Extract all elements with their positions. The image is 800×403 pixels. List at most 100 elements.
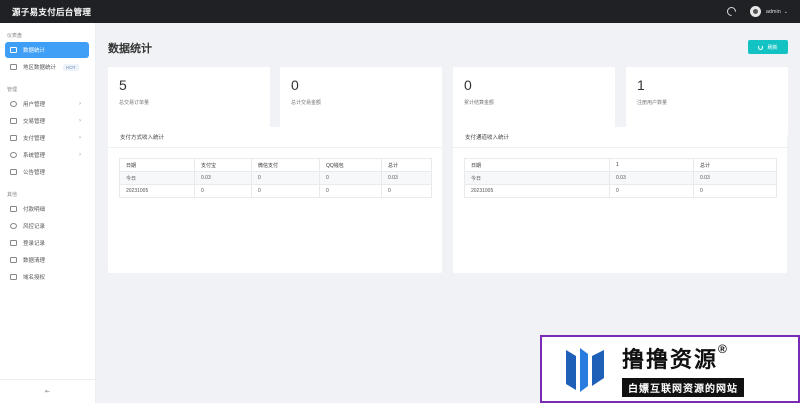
sidebar-item-announcements[interactable]: 公告管理 xyxy=(5,164,89,180)
watermark-title: 撸撸资源 xyxy=(622,346,719,372)
sidebar-item-label: 系统管理 xyxy=(23,153,46,159)
chevron-right-icon: › xyxy=(79,152,81,158)
megaphone-icon xyxy=(10,169,17,175)
document-icon xyxy=(10,118,17,124)
stat-value: 5 xyxy=(119,77,127,93)
column-header: 总计 xyxy=(693,158,777,172)
table-header-row: 日期 1 总计 xyxy=(464,158,777,172)
sidebar-section-title: 其他 xyxy=(7,192,18,198)
table-cell: 0 xyxy=(319,184,382,198)
stat-value: 0 xyxy=(291,77,299,93)
table-cell: 0.03 xyxy=(381,171,432,185)
stat-card-amount: 0 总计交易金额 xyxy=(280,67,442,136)
sidebar-item-payouts[interactable]: 付款明细 xyxy=(5,201,89,217)
channel-income-table: 日期 1 总计 今日 0.03 0.03 20231005 0 0 xyxy=(464,158,777,198)
bar-chart-icon xyxy=(10,47,17,53)
table-cell: 0 xyxy=(319,171,382,185)
refresh-icon xyxy=(758,44,764,50)
table-cell: 0.03 xyxy=(693,171,777,185)
sidebar-item-payments[interactable]: 支付管理 › xyxy=(5,130,89,146)
table-row: 今日 0.03 0.03 xyxy=(464,171,777,185)
avatar[interactable] xyxy=(749,6,761,17)
stat-label: 累计结算金额 xyxy=(464,100,495,106)
chevron-right-icon: › xyxy=(79,118,81,124)
panel-payment-method-income: 支付方式收入统计 日期 支付宝 微信支付 QQ钱包 总计 今日 0.03 0 0… xyxy=(108,127,442,273)
database-icon xyxy=(10,257,17,263)
stat-value: 1 xyxy=(637,77,645,93)
stat-label: 注册用户数量 xyxy=(637,100,668,106)
table-cell: 0 xyxy=(251,171,320,185)
sidebar-item-data-cleanup[interactable]: 数据清理 xyxy=(5,252,89,268)
collapse-icon[interactable]: ⇤ xyxy=(0,379,95,403)
column-header: QQ钱包 xyxy=(319,158,382,172)
sidebar-item-label: 支付管理 xyxy=(23,136,46,142)
column-header: 日期 xyxy=(464,158,610,172)
wallet-icon xyxy=(10,135,17,141)
table-cell: 0 xyxy=(251,184,320,198)
table-cell: 0 xyxy=(693,184,777,198)
table-cell: 0 xyxy=(194,184,252,198)
stat-card-orders: 5 总交易订单量 xyxy=(108,67,270,136)
table-cell: 0 xyxy=(609,184,694,198)
chevron-down-icon[interactable]: ⌄ xyxy=(784,9,788,15)
sidebar-item-label: 登录记录 xyxy=(23,241,46,247)
table-cell: 0.03 xyxy=(194,171,252,185)
income-table: 日期 支付宝 微信支付 QQ钱包 总计 今日 0.03 0 0 0.03 202… xyxy=(119,158,432,198)
refresh-button[interactable]: 刷新 xyxy=(748,40,788,54)
chevron-right-icon: › xyxy=(79,135,81,141)
shield-icon xyxy=(10,223,17,229)
watermark-logo-icon xyxy=(552,338,614,400)
table-row: 20231005 0 0 0 0 xyxy=(119,184,432,198)
panel-title: 支付方式收入统计 xyxy=(108,127,442,148)
gear-icon xyxy=(10,152,17,158)
globe-icon xyxy=(10,274,17,280)
sidebar-item-risk[interactable]: 风控记录 xyxy=(5,218,89,234)
sidebar-item-login-log[interactable]: 登录记录 xyxy=(5,235,89,251)
sidebar: 仪表盘 数据统计 地区数据统计 HOT 管理 用户管理 › 交易管理 › 支付管… xyxy=(0,23,96,403)
app-title: 源子易支付后台管理 xyxy=(12,6,92,17)
sidebar-item-users[interactable]: 用户管理 › xyxy=(5,96,89,112)
sidebar-item-transactions[interactable]: 交易管理 › xyxy=(5,113,89,129)
video-icon xyxy=(10,206,17,212)
username[interactable]: admin xyxy=(766,9,781,15)
table-cell: 20231005 xyxy=(464,184,610,198)
registered-mark: ® xyxy=(718,341,729,356)
table-cell: 今日 xyxy=(119,171,195,185)
panel-channel-income: 支付通道收入统计 日期 1 总计 今日 0.03 0.03 20231005 0… xyxy=(453,127,787,273)
sidebar-item-label: 数据清理 xyxy=(23,258,46,264)
sidebar-item-label: 公告管理 xyxy=(23,170,46,176)
sidebar-item-label: 用户管理 xyxy=(23,102,46,108)
theme-toggle-icon[interactable] xyxy=(724,5,738,18)
sidebar-item-label: 风控记录 xyxy=(23,224,46,230)
page-title: 数据统计 xyxy=(108,43,152,55)
sidebar-item-data-stats[interactable]: 数据统计 xyxy=(5,42,89,58)
sidebar-section-title: 仪表盘 xyxy=(7,33,23,39)
sidebar-item-region-stats[interactable]: 地区数据统计 HOT xyxy=(5,59,89,75)
stat-card-users: 1 注册用户数量 xyxy=(626,67,788,136)
list-icon xyxy=(10,240,17,246)
sidebar-item-label: 数据统计 xyxy=(23,48,46,54)
table-cell: 0.03 xyxy=(609,171,694,185)
stat-card-settlement: 0 累计结算金额 xyxy=(453,67,615,136)
watermark: 撸撸资源® 白嫖互联网资源的网站 xyxy=(540,335,800,403)
sidebar-item-label: 域名授权 xyxy=(23,275,46,281)
column-header: 日期 xyxy=(119,158,195,172)
hot-badge: HOT xyxy=(63,63,79,71)
sidebar-section-title: 管理 xyxy=(7,87,18,93)
map-icon xyxy=(10,64,17,70)
user-icon xyxy=(10,101,17,107)
sidebar-item-label: 付款明细 xyxy=(23,207,46,213)
table-cell: 0 xyxy=(381,184,432,198)
chevron-right-icon: › xyxy=(79,101,81,107)
top-bar: 源子易支付后台管理 admin ⌄ xyxy=(0,0,800,23)
watermark-subtitle: 白嫖互联网资源的网站 xyxy=(622,377,744,397)
column-header: 微信支付 xyxy=(251,158,320,172)
column-header: 1 xyxy=(609,158,694,172)
panel-title: 支付通道收入统计 xyxy=(453,127,787,148)
sidebar-item-system[interactable]: 系统管理 › xyxy=(5,147,89,163)
column-header: 支付宝 xyxy=(194,158,252,172)
sidebar-item-domain-auth[interactable]: 域名授权 xyxy=(5,269,89,285)
stat-label: 总交易订单量 xyxy=(119,100,150,106)
table-row: 今日 0.03 0 0 0.03 xyxy=(119,171,432,185)
column-header: 总计 xyxy=(381,158,432,172)
